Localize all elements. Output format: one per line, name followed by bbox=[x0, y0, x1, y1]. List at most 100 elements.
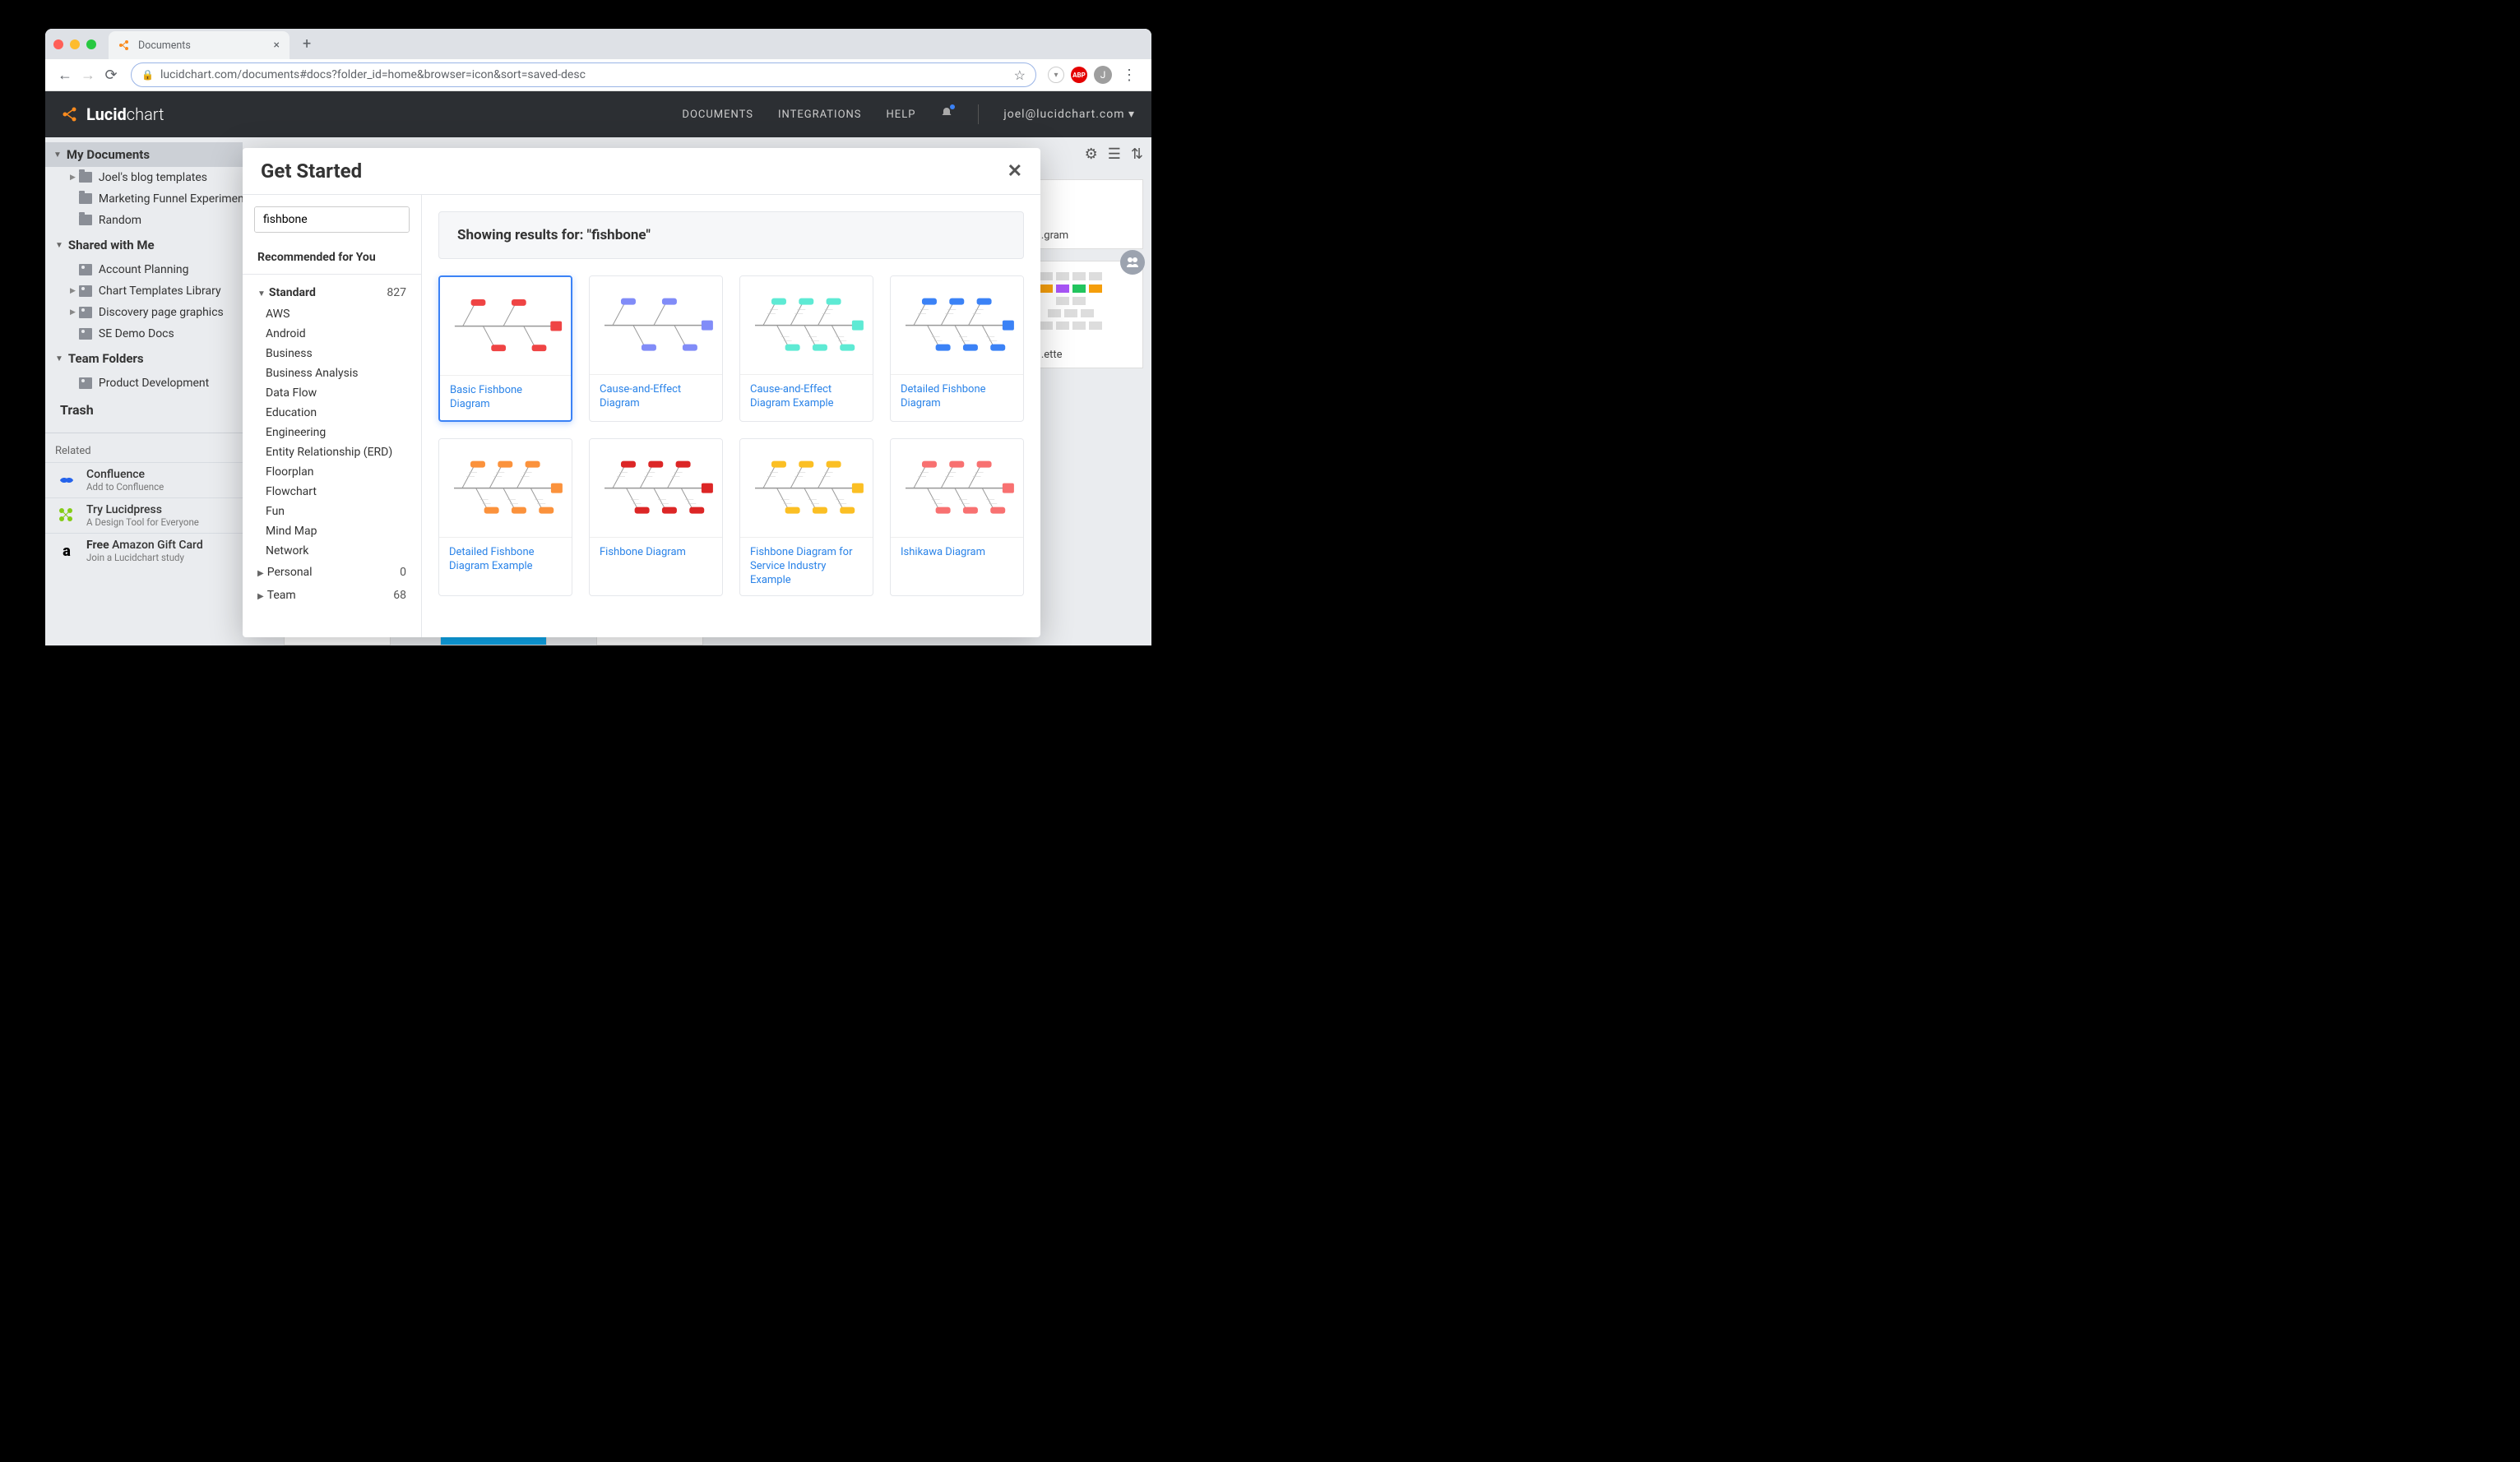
template-card[interactable]: Fishbone Diagram for Service Industry Ex… bbox=[739, 438, 873, 597]
template-card[interactable]: Ishikawa Diagram bbox=[890, 438, 1024, 597]
category-child[interactable]: Data Flow bbox=[243, 383, 421, 403]
browser-toolbar: ← → ⟳ 🔒 lucidchart.com/documents#docs?fo… bbox=[45, 59, 1151, 91]
tab-title: Documents bbox=[138, 39, 191, 52]
template-name: Fishbone Diagram bbox=[590, 538, 722, 576]
minimize-window-icon[interactable] bbox=[70, 39, 80, 49]
template-results: Showing results for: "fishbone" Basic Fi… bbox=[422, 195, 1040, 637]
template-thumbnail bbox=[439, 439, 572, 538]
sidebar-trash[interactable]: Trash bbox=[45, 394, 243, 426]
list-view-icon[interactable]: ☰ bbox=[1108, 146, 1121, 163]
related-item[interactable]: Try LucidpressA Design Tool for Everyone bbox=[45, 497, 243, 533]
bookmark-icon[interactable]: ☆ bbox=[1014, 67, 1026, 83]
browser-tab-bar: Documents × + bbox=[45, 29, 1151, 59]
sidebar-item[interactable]: ▶Product Development bbox=[45, 372, 243, 394]
settings-icon[interactable]: ⚙ bbox=[1085, 146, 1098, 163]
sidebar-item[interactable]: ▶Chart Templates Library bbox=[45, 280, 243, 302]
nav-help[interactable]: HELP bbox=[887, 109, 916, 121]
address-bar[interactable]: 🔒 lucidchart.com/documents#docs?folder_i… bbox=[131, 62, 1036, 87]
category-child[interactable]: Entity Relationship (ERD) bbox=[243, 442, 421, 462]
reload-button[interactable]: ⟳ bbox=[100, 63, 123, 86]
template-card[interactable]: Fishbone Diagram bbox=[589, 438, 723, 597]
top-nav: DOCUMENTS INTEGRATIONS HELP joel@lucidch… bbox=[682, 104, 1135, 124]
browser-window: Documents × + ← → ⟳ 🔒 lucidchart.com/doc… bbox=[45, 29, 1151, 645]
category-personal[interactable]: ▶Personal0 bbox=[243, 561, 421, 584]
search-input[interactable] bbox=[255, 207, 410, 232]
sidebar-item[interactable]: ▶Discovery page graphics bbox=[45, 302, 243, 323]
sidebar-item[interactable]: ▶Account Planning bbox=[45, 259, 243, 280]
modal-header: Get Started ✕ bbox=[243, 148, 1040, 194]
doc-card[interactable]: ...ette bbox=[1028, 261, 1143, 368]
related-item[interactable]: ConfluenceAdd to Confluence bbox=[45, 462, 243, 497]
forward-button[interactable]: → bbox=[76, 63, 100, 86]
back-button[interactable]: ← bbox=[53, 63, 76, 86]
user-menu[interactable]: joel@lucidchart.com ▾ bbox=[1003, 108, 1135, 121]
category-child[interactable]: Android bbox=[243, 324, 421, 344]
sort-icon[interactable]: ⇅ bbox=[1131, 146, 1143, 163]
category-child[interactable]: Network bbox=[243, 541, 421, 561]
modal-title: Get Started bbox=[261, 160, 362, 183]
sidebar-section-team[interactable]: ▼Team Folders bbox=[45, 345, 243, 372]
sidebar: ▼My Documents ▶Joel's blog templates▶Mar… bbox=[45, 137, 243, 645]
template-name: Ishikawa Diagram bbox=[891, 538, 1023, 576]
logo-text-light: chart bbox=[127, 104, 164, 124]
template-thumbnail bbox=[891, 439, 1023, 538]
doc-card[interactable]: ...gram bbox=[1028, 179, 1143, 249]
close-icon[interactable]: ✕ bbox=[1008, 161, 1022, 182]
extension-icon[interactable]: ▾ bbox=[1048, 67, 1064, 83]
sidebar-section-my-documents[interactable]: ▼My Documents bbox=[45, 142, 243, 167]
lock-icon: 🔒 bbox=[141, 69, 154, 81]
category-child[interactable]: Flowchart bbox=[243, 482, 421, 502]
category-standard[interactable]: ▼Standard827 bbox=[243, 281, 421, 304]
close-window-icon[interactable] bbox=[53, 39, 63, 49]
app-header: Lucidchart DOCUMENTS INTEGRATIONS HELP j… bbox=[45, 91, 1151, 137]
category-child[interactable]: Education bbox=[243, 403, 421, 423]
category-child[interactable]: Engineering bbox=[243, 423, 421, 442]
nav-integrations[interactable]: INTEGRATIONS bbox=[778, 109, 862, 121]
sidebar-related-header: Related bbox=[45, 440, 243, 462]
recommended-header[interactable]: Recommended for You bbox=[243, 244, 421, 275]
template-card[interactable]: Cause-and-Effect Diagram bbox=[589, 275, 723, 422]
logo[interactable]: Lucidchart bbox=[62, 104, 164, 124]
url-text: lucidchart.com/documents#docs?folder_id=… bbox=[160, 68, 586, 81]
category-child[interactable]: Business bbox=[243, 344, 421, 363]
template-card[interactable]: Detailed Fishbone Diagram Example bbox=[438, 438, 572, 597]
template-card[interactable]: Cause-and-Effect Diagram Example bbox=[739, 275, 873, 422]
template-thumbnail bbox=[590, 439, 722, 538]
related-item[interactable]: a Free Amazon Gift CardJoin a Lucidchart… bbox=[45, 533, 243, 568]
template-thumbnail bbox=[740, 439, 873, 538]
category-child[interactable]: Fun bbox=[243, 502, 421, 521]
category-child[interactable]: Business Analysis bbox=[243, 363, 421, 383]
template-thumbnail bbox=[891, 276, 1023, 375]
sidebar-item[interactable]: ▶SE Demo Docs bbox=[45, 323, 243, 345]
template-modal: Get Started ✕ Recommended for You ▼Stand… bbox=[243, 148, 1040, 637]
template-card[interactable]: Basic Fishbone Diagram bbox=[438, 275, 572, 422]
browser-tab[interactable]: Documents × bbox=[109, 31, 290, 59]
category-child[interactable]: AWS bbox=[243, 304, 421, 324]
sidebar-item[interactable]: ▶Marketing Funnel Experiments bbox=[45, 188, 243, 210]
template-name: Fishbone Diagram for Service Industry Ex… bbox=[740, 538, 873, 596]
template-name: Cause-and-Effect Diagram bbox=[590, 375, 722, 419]
template-thumbnail bbox=[440, 277, 571, 376]
category-team[interactable]: ▶Team68 bbox=[243, 584, 421, 607]
notifications-icon[interactable] bbox=[940, 106, 953, 123]
adblock-icon[interactable]: ABP bbox=[1071, 67, 1087, 83]
logo-text-bold: Lucid bbox=[86, 104, 127, 124]
close-tab-icon[interactable]: × bbox=[274, 39, 280, 52]
sidebar-section-shared[interactable]: ▼Shared with Me bbox=[45, 231, 243, 259]
sidebar-item[interactable]: ▶Joel's blog templates bbox=[45, 167, 243, 188]
template-sidebar: Recommended for You ▼Standard827AWSAndro… bbox=[243, 195, 422, 637]
category-child[interactable]: Mind Map bbox=[243, 521, 421, 541]
profile-avatar[interactable]: J bbox=[1094, 66, 1112, 84]
collaborators-icon[interactable] bbox=[1120, 250, 1145, 275]
window-controls bbox=[53, 39, 96, 49]
template-name: Basic Fishbone Diagram bbox=[440, 376, 571, 420]
maximize-window-icon[interactable] bbox=[86, 39, 96, 49]
template-card[interactable]: Detailed Fishbone Diagram bbox=[890, 275, 1024, 422]
category-child[interactable]: Floorplan bbox=[243, 462, 421, 482]
new-tab-button[interactable]: + bbox=[296, 32, 317, 56]
logo-icon bbox=[62, 105, 80, 123]
browser-menu-icon[interactable]: ⋮ bbox=[1115, 67, 1143, 84]
sidebar-item[interactable]: ▶Random bbox=[45, 210, 243, 231]
category-list[interactable]: ▼Standard827AWSAndroidBusinessBusiness A… bbox=[243, 275, 421, 637]
nav-documents[interactable]: DOCUMENTS bbox=[682, 109, 753, 121]
